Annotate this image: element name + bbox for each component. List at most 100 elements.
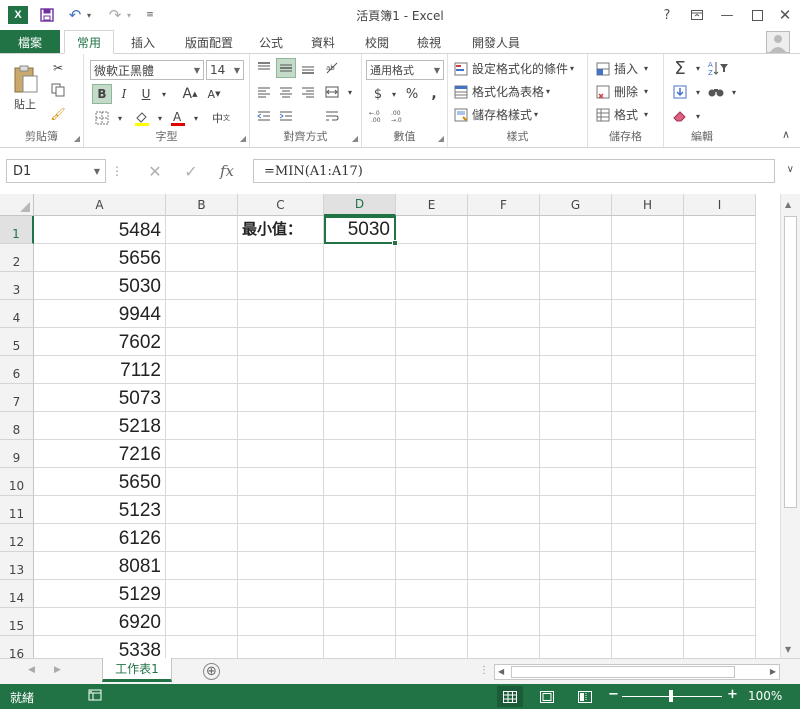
row-header-13[interactable]: 13	[0, 552, 34, 580]
cell-i1[interactable]	[684, 216, 756, 244]
cell-h14[interactable]	[612, 580, 684, 608]
tab-formulas[interactable]: 公式	[250, 30, 292, 54]
find-dropdown-icon[interactable]: ▾	[724, 82, 744, 102]
row-header-12[interactable]: 12	[0, 524, 34, 552]
cell-h4[interactable]	[612, 300, 684, 328]
cell-a1[interactable]: 5484	[34, 216, 166, 244]
cell-b15[interactable]	[166, 608, 238, 636]
cell-c7[interactable]	[238, 384, 324, 412]
maximize-icon[interactable]	[742, 4, 772, 26]
cell-g9[interactable]	[540, 440, 612, 468]
column-header-i[interactable]: I	[684, 194, 756, 216]
cell-e11[interactable]	[396, 496, 468, 524]
cell-g1[interactable]	[540, 216, 612, 244]
cell-g5[interactable]	[540, 328, 612, 356]
row-header-14[interactable]: 14	[0, 580, 34, 608]
cell-g10[interactable]	[540, 468, 612, 496]
column-header-b[interactable]: B	[166, 194, 238, 216]
font-shrink-button[interactable]: A ▼	[204, 84, 224, 104]
cell-e2[interactable]	[396, 244, 468, 272]
scroll-left-icon[interactable]: ◀	[498, 667, 504, 676]
cell-e16[interactable]	[396, 636, 468, 658]
help-button[interactable]: ?	[652, 4, 682, 26]
column-header-d[interactable]: D	[324, 194, 396, 216]
cell-d2[interactable]	[324, 244, 396, 272]
paste-label[interactable]: 貼上	[14, 96, 36, 112]
font-color-dropdown-icon[interactable]: ▾	[186, 108, 206, 128]
cell-g7[interactable]	[540, 384, 612, 412]
cell-e3[interactable]	[396, 272, 468, 300]
align-left-icon[interactable]	[254, 82, 274, 102]
cell-g12[interactable]	[540, 524, 612, 552]
tab-data[interactable]: 資料	[302, 30, 344, 54]
select-all-button[interactable]	[0, 194, 34, 216]
cell-h13[interactable]	[612, 552, 684, 580]
cell-d15[interactable]	[324, 608, 396, 636]
column-header-c[interactable]: C	[238, 194, 324, 216]
cell-d5[interactable]	[324, 328, 396, 356]
format-cells-button[interactable]: 格式 ▾	[596, 106, 648, 123]
cell-c14[interactable]	[238, 580, 324, 608]
cell-h2[interactable]	[612, 244, 684, 272]
ribbon-display-options-icon[interactable]	[682, 4, 712, 26]
cell-g8[interactable]	[540, 412, 612, 440]
align-right-icon[interactable]	[298, 82, 318, 102]
cell-c11[interactable]	[238, 496, 324, 524]
page-layout-view-icon[interactable]	[534, 686, 560, 707]
fill-icon[interactable]	[670, 82, 690, 102]
confirm-entry-icon[interactable]: ✓	[178, 160, 204, 182]
borders-dropdown-icon[interactable]: ▾	[110, 108, 130, 128]
currency-dropdown-icon[interactable]: ▾	[384, 84, 404, 104]
cell-i9[interactable]	[684, 440, 756, 468]
insert-cells-button[interactable]: 插入 ▾	[596, 60, 648, 77]
cell-e14[interactable]	[396, 580, 468, 608]
zoom-slider-thumb[interactable]	[669, 690, 673, 702]
cell-i14[interactable]	[684, 580, 756, 608]
zoom-in-icon[interactable]: +	[727, 687, 738, 702]
format-painter-icon[interactable]: 🖌	[48, 104, 68, 124]
cell-f7[interactable]	[468, 384, 540, 412]
horizontal-scrollbar[interactable]: ◀ ▶	[494, 664, 780, 680]
tab-home[interactable]: 常用	[64, 30, 114, 54]
copy-icon[interactable]	[48, 80, 68, 100]
row-header-16[interactable]: 16	[0, 636, 34, 658]
cell-e13[interactable]	[396, 552, 468, 580]
borders-icon[interactable]	[92, 108, 112, 128]
cell-e6[interactable]	[396, 356, 468, 384]
cell-h6[interactable]	[612, 356, 684, 384]
scroll-up-icon[interactable]: ▲	[785, 200, 791, 209]
format-as-table-button[interactable]: 格式化為表格 ▾	[454, 83, 550, 100]
bold-button[interactable]: B	[92, 84, 112, 104]
cell-f15[interactable]	[468, 608, 540, 636]
cell-a10[interactable]: 5650	[34, 468, 166, 496]
cell-c1[interactable]: 最小值：	[238, 216, 324, 244]
sheet-tab[interactable]: 工作表1	[102, 658, 172, 682]
decrease-indent-icon[interactable]	[254, 106, 274, 126]
cell-f6[interactable]	[468, 356, 540, 384]
cell-g6[interactable]	[540, 356, 612, 384]
cell-b7[interactable]	[166, 384, 238, 412]
cell-a2[interactable]: 5656	[34, 244, 166, 272]
cell-g13[interactable]	[540, 552, 612, 580]
page-break-preview-icon[interactable]	[572, 686, 598, 707]
row-header-11[interactable]: 11	[0, 496, 34, 524]
cell-i13[interactable]	[684, 552, 756, 580]
clipboard-launcher-icon[interactable]: ◢	[74, 134, 80, 143]
expand-formula-bar-icon[interactable]: ∨	[787, 164, 794, 175]
cell-h1[interactable]	[612, 216, 684, 244]
collapse-ribbon-icon[interactable]: ∧	[782, 128, 790, 141]
cell-a16[interactable]: 5338	[34, 636, 166, 658]
cell-f1[interactable]	[468, 216, 540, 244]
cell-h16[interactable]	[612, 636, 684, 658]
cell-d10[interactable]	[324, 468, 396, 496]
row-header-8[interactable]: 8	[0, 412, 34, 440]
cell-c12[interactable]	[238, 524, 324, 552]
cell-b2[interactable]	[166, 244, 238, 272]
autosum-dropdown-icon[interactable]: ▾	[688, 58, 708, 78]
cell-i8[interactable]	[684, 412, 756, 440]
cell-a7[interactable]: 5073	[34, 384, 166, 412]
fill-handle[interactable]	[392, 240, 398, 246]
cell-d13[interactable]	[324, 552, 396, 580]
cell-i5[interactable]	[684, 328, 756, 356]
cell-e15[interactable]	[396, 608, 468, 636]
